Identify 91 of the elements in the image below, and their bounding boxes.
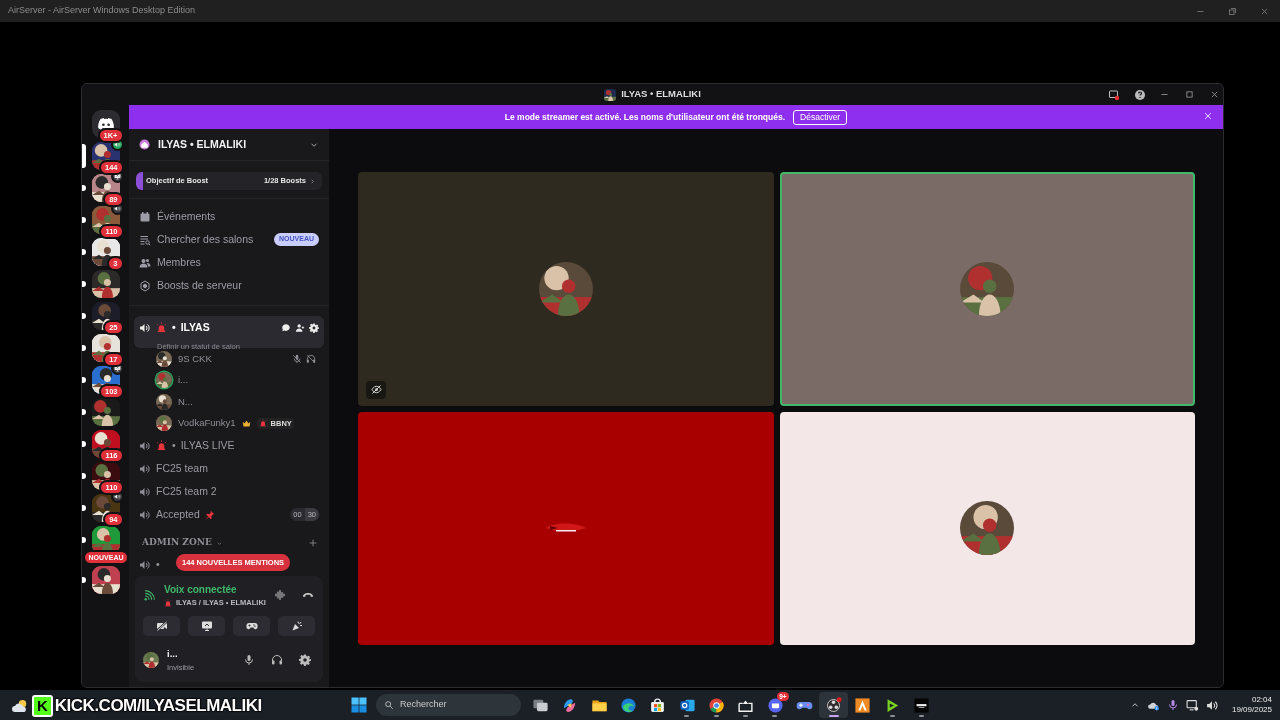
speaker-icon — [139, 439, 151, 452]
shopping-bag-icon — [649, 696, 667, 714]
voice-status: Voix connectée — [164, 583, 238, 597]
speaker-icon — [139, 508, 151, 521]
server-avatar — [604, 88, 617, 101]
separator: • — [172, 320, 176, 335]
clock-date[interactable]: 19/09/2025 — [1231, 705, 1272, 715]
settings-icon[interactable] — [309, 322, 319, 333]
kick-logo: K — [32, 694, 53, 717]
people-icon — [139, 256, 151, 269]
screen-share-icon — [200, 620, 213, 633]
channel-name: ILYAS — [180, 320, 210, 335]
camera-off-icon — [155, 620, 168, 633]
browser-icon — [707, 696, 725, 714]
search-icon — [384, 700, 394, 710]
recorder-icon — [825, 696, 843, 714]
mic-icon[interactable] — [243, 654, 255, 666]
user-avatar — [143, 652, 159, 668]
speaker-icon — [139, 462, 151, 475]
settings-icon[interactable] — [299, 654, 311, 666]
restore-icon[interactable] — [1227, 6, 1237, 16]
mic-icon[interactable] — [1166, 699, 1179, 711]
separator: • — [156, 556, 160, 572]
overlay-text: KICK.COM/ILYASELMALIKI — [54, 695, 262, 717]
headset-icon[interactable] — [271, 654, 283, 666]
nav-item[interactable]: Événements — [157, 208, 216, 225]
search-field[interactable]: Rechercher — [376, 694, 521, 716]
waveform-icon[interactable] — [273, 589, 286, 602]
server-name: ILYAS • ELMALIKI — [158, 136, 247, 152]
speaker-icon — [139, 485, 151, 498]
member-name[interactable]: 9S CKK — [178, 351, 212, 366]
plus-icon[interactable] — [308, 538, 318, 548]
signal-icon — [143, 588, 156, 602]
siren-icon — [164, 598, 172, 607]
nav-item[interactable]: Boosts de serveur — [157, 277, 242, 294]
member-name[interactable]: N... — [178, 394, 193, 409]
disable-button[interactable]: Désactiver — [793, 109, 848, 125]
camera-off-button[interactable] — [143, 616, 180, 637]
server-icon[interactable] — [91, 238, 120, 266]
gamepad-button[interactable] — [233, 616, 270, 637]
channel-item[interactable]: FC25 team — [156, 460, 208, 477]
list-search-icon — [139, 233, 151, 246]
chevron-right-icon — [309, 177, 316, 185]
calendar-icon — [139, 210, 151, 223]
taskbar-button[interactable] — [818, 692, 849, 718]
eye-slash-icon — [370, 384, 382, 395]
video-tile[interactable] — [779, 172, 1195, 406]
hidden-video-badge[interactable] — [366, 380, 386, 399]
category-name[interactable]: ADMIN ZONE — [142, 536, 212, 550]
server-icon[interactable] — [91, 270, 120, 298]
shield-icon — [139, 279, 151, 292]
member-name[interactable]: VodkaFunky1 — [178, 416, 236, 431]
separator: • — [172, 437, 176, 453]
user-name: i... — [167, 647, 179, 662]
home-icon — [139, 139, 150, 150]
inbox-icon[interactable] — [1108, 88, 1120, 101]
window-title: AirServer - AirServer Windows Desktop Edition — [8, 4, 196, 18]
server-icon[interactable] — [91, 398, 120, 426]
close-icon[interactable] — [1259, 6, 1269, 16]
clock-time[interactable]: 02:04 — [1231, 695, 1272, 705]
server-icon[interactable] — [91, 174, 120, 202]
help-icon[interactable] — [1134, 88, 1146, 101]
server-icon[interactable] — [91, 566, 120, 594]
globe-icon — [620, 696, 638, 714]
speaker-icon — [139, 558, 151, 571]
search-placeholder: Rechercher — [400, 698, 447, 712]
video-tile[interactable] — [358, 172, 774, 406]
nav-item[interactable]: Chercher des salons — [157, 231, 254, 248]
chevron-down-icon — [215, 539, 223, 547]
maximize-icon[interactable] — [1185, 90, 1194, 99]
screen-share-button[interactable] — [188, 616, 225, 637]
start-icon[interactable] — [350, 696, 368, 714]
close-icon[interactable] — [1210, 90, 1219, 99]
soundboard-button[interactable] — [278, 616, 315, 637]
channel-item[interactable]: Accepted — [156, 506, 200, 523]
volume-icon[interactable] — [1205, 698, 1219, 712]
video-tile[interactable] — [779, 411, 1195, 645]
app-tile-icon — [913, 696, 930, 714]
video-tile[interactable] — [358, 411, 774, 645]
channel-item[interactable]: ILYAS LIVE — [180, 437, 235, 454]
sparkle-icon — [290, 620, 303, 633]
peak-logo-icon — [854, 696, 872, 714]
speaker-icon — [139, 321, 151, 334]
member-name[interactable]: i... — [178, 373, 189, 388]
monitor-icon[interactable] — [1185, 698, 1199, 712]
chat-icon[interactable] — [281, 322, 291, 333]
nav-item[interactable]: Membres — [157, 254, 201, 271]
banner-text: Le mode streamer est activé. Les noms d'utilisateur ont été tronqués. — [504, 110, 786, 124]
add-person-icon[interactable] — [295, 322, 305, 333]
channel-item[interactable]: FC25 team 2 — [156, 483, 217, 500]
window-title: ILYAS • ELMALIKI — [621, 87, 701, 102]
